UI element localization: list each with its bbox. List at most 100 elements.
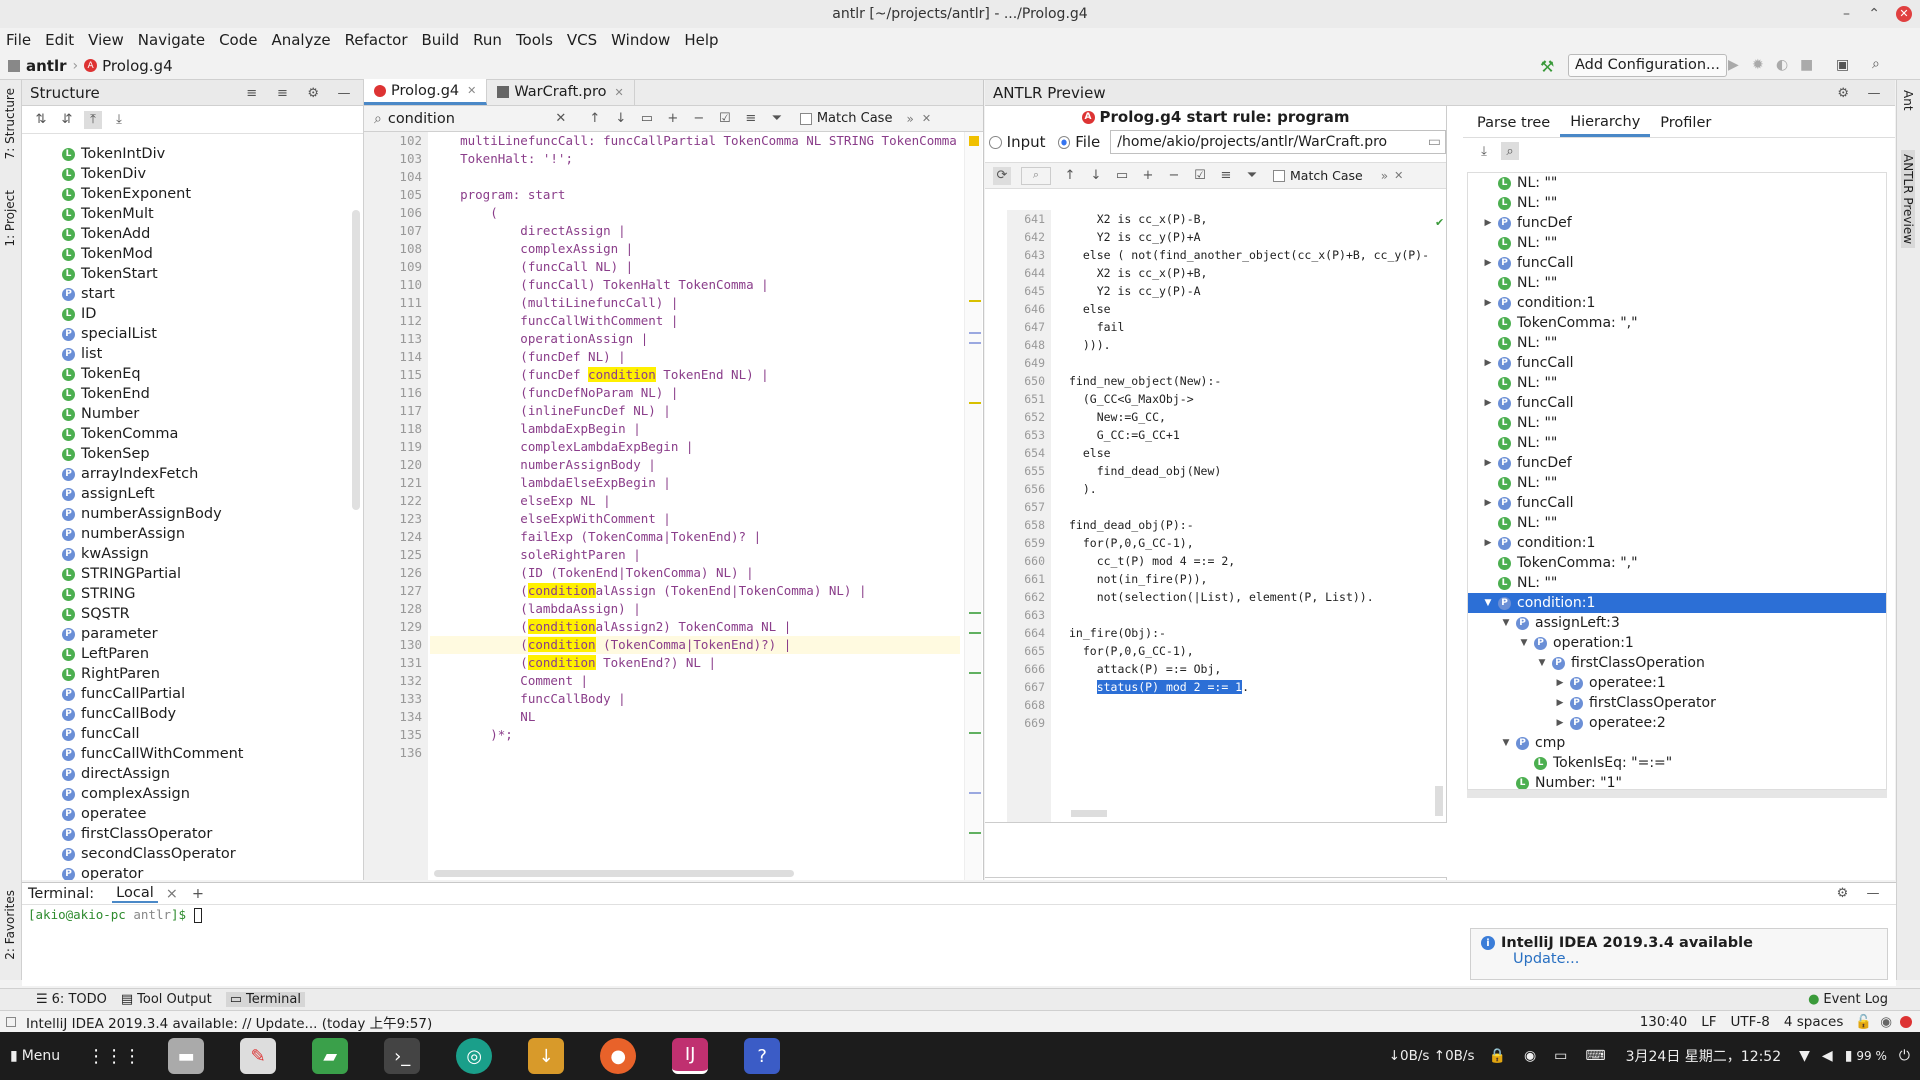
- structure-item[interactable]: Plist: [62, 344, 352, 364]
- close-tab-icon[interactable]: ✕: [467, 84, 476, 97]
- structure-item[interactable]: L TokenMult: [62, 204, 352, 224]
- input-line[interactable]: in_fire(Obj):-: [1069, 624, 1429, 642]
- code-line[interactable]: soleRightParen |: [430, 546, 960, 564]
- tree-node[interactable]: ▼ PassignLeft:3: [1468, 613, 1886, 633]
- code-line[interactable]: complexLambdaExpBegin |: [430, 438, 960, 456]
- gear-icon[interactable]: ⚙: [304, 84, 322, 102]
- next-occurrence-icon[interactable]: ↓: [612, 110, 630, 128]
- download-app-icon[interactable]: ↓: [528, 1038, 565, 1074]
- code-line[interactable]: failExp (TokenComma|TokenEnd)? |: [430, 528, 960, 546]
- code-line[interactable]: [430, 744, 960, 762]
- new-terminal-icon[interactable]: +: [192, 886, 204, 902]
- todo-tool-tab[interactable]: ☰ 6: TODO: [36, 992, 107, 1007]
- code-line[interactable]: )*;: [430, 726, 960, 744]
- more-options-icon[interactable]: »: [906, 112, 913, 126]
- tree-node[interactable]: ▶ Pcondition:1: [1468, 533, 1886, 553]
- close-tab-icon[interactable]: ✕: [614, 86, 623, 99]
- input-line[interactable]: New:=G_CC,: [1069, 408, 1429, 426]
- input-line[interactable]: find_dead_obj(New): [1069, 462, 1429, 480]
- firefox-icon[interactable]: ●: [600, 1038, 637, 1074]
- code-line[interactable]: (conditionalAssign (TokenEnd|TokenComma)…: [430, 582, 960, 600]
- expand-all-icon[interactable]: ≡: [243, 84, 261, 102]
- search-icon[interactable]: ⌕: [1501, 142, 1519, 160]
- file-path-field[interactable]: /home/akio/projects/antlr/WarCraft.pro ▭: [1110, 130, 1447, 154]
- structure-item[interactable]: Pparameter: [62, 624, 352, 644]
- browse-folder-icon[interactable]: ▭: [1428, 131, 1441, 153]
- toggle-icon[interactable]: ☑: [1191, 167, 1209, 185]
- status-toggle-icon[interactable]: [6, 1016, 16, 1027]
- tab-parse-tree[interactable]: Parse tree: [1467, 115, 1560, 137]
- tree-node[interactable]: L NL: "": [1468, 433, 1886, 453]
- editor-horizontal-scrollbar[interactable]: [434, 870, 794, 877]
- structure-item[interactable]: PfuncCallWithComment: [62, 744, 352, 764]
- input-line[interactable]: for(P,0,G_CC-1),: [1069, 642, 1429, 660]
- file-encoding[interactable]: UTF-8: [1731, 1014, 1770, 1030]
- tree-node[interactable]: ▼ PfirstClassOperation: [1468, 653, 1886, 673]
- input-radio[interactable]: [989, 135, 1002, 149]
- menu-analyze[interactable]: Analyze: [271, 31, 330, 49]
- structure-item[interactable]: PsecondClassOperator: [62, 844, 352, 864]
- input-line[interactable]: ))).: [1069, 336, 1429, 354]
- structure-item[interactable]: L TokenComma: [62, 424, 352, 444]
- menu-view[interactable]: View: [88, 31, 124, 49]
- match-case-checkbox[interactable]: [799, 112, 812, 125]
- sort-alpha-icon[interactable]: ⇅: [32, 111, 50, 129]
- previous-occurrence-icon[interactable]: ↑: [1061, 167, 1079, 185]
- wifi-icon[interactable]: ▼: [1799, 1048, 1810, 1064]
- input-line[interactable]: else ( not(find_another_object(cc_x(P)+B…: [1069, 246, 1429, 264]
- tree-node[interactable]: ▶ PfirstClassOperator: [1468, 693, 1886, 713]
- tree-horizontal-scrollbar[interactable]: [1467, 790, 1887, 798]
- filter-lines-icon[interactable]: ≡: [1217, 167, 1235, 185]
- run-icon[interactable]: ▶: [1728, 57, 1739, 73]
- file-manager-icon[interactable]: ▬: [168, 1038, 205, 1074]
- structure-item[interactable]: L RightParen: [62, 664, 352, 684]
- tree-node[interactable]: ▼ Poperation:1: [1468, 633, 1886, 653]
- code-line[interactable]: multiLinefuncCall: funcCallPartial Token…: [430, 132, 960, 150]
- filter-lines-icon[interactable]: ≡: [742, 110, 760, 128]
- tree-node[interactable]: L NL: "": [1468, 413, 1886, 433]
- collapse-arrow-icon[interactable]: ▼: [1536, 658, 1548, 668]
- code-line[interactable]: (condition TokenEnd?) NL |: [430, 654, 960, 672]
- input-line[interactable]: not(in_fire(P)),: [1069, 570, 1429, 588]
- structure-item[interactable]: L TokenMod: [62, 244, 352, 264]
- tree-node[interactable]: ▼ Pcmp: [1468, 733, 1886, 753]
- input-line[interactable]: X2 is cc_x(P)+B,: [1069, 264, 1429, 282]
- structure-item[interactable]: PfuncCallBody: [62, 704, 352, 724]
- tree-node[interactable]: ▶ PfuncCall: [1468, 253, 1886, 273]
- hide-panel-icon[interactable]: —: [335, 84, 353, 102]
- tree-node[interactable]: ▶ PfuncCall: [1468, 493, 1886, 513]
- previous-occurrence-icon[interactable]: ↑: [586, 110, 604, 128]
- match-case-checkbox[interactable]: [1273, 169, 1285, 182]
- input-code-area[interactable]: X2 is cc_x(P)-B, Y2 is cc_y(P)+A else ( …: [1069, 210, 1429, 822]
- tree-node[interactable]: L Number: "1": [1468, 773, 1886, 789]
- code-line[interactable]: funcCallWithComment |: [430, 312, 960, 330]
- gear-icon[interactable]: ⚙: [1834, 84, 1852, 102]
- debug-icon[interactable]: ✹: [1752, 57, 1764, 73]
- structure-item[interactable]: PfuncCallPartial: [62, 684, 352, 704]
- input-line[interactable]: [1069, 354, 1429, 372]
- close-search-icon[interactable]: ✕: [1394, 169, 1403, 182]
- input-vertical-scrollbar[interactable]: [1435, 786, 1443, 816]
- coverage-icon[interactable]: ◐: [1776, 57, 1788, 73]
- code-line[interactable]: (conditionalAssign2) TokenComma NL |: [430, 618, 960, 636]
- expand-arrow-icon[interactable]: ▶: [1482, 538, 1494, 548]
- update-notification[interactable]: i IntelliJ IDEA 2019.3.4 available Updat…: [1470, 928, 1888, 980]
- input-line[interactable]: not(selection(|List), element(P, List)).: [1069, 588, 1429, 606]
- toggle-icon[interactable]: ☑: [716, 110, 734, 128]
- tree-node[interactable]: L TokenComma: ",": [1468, 553, 1886, 573]
- collapse-arrow-icon[interactable]: ▼: [1482, 598, 1494, 608]
- power-icon[interactable]: ⏻: [1899, 1048, 1910, 1064]
- refresh-icon[interactable]: ⟳: [993, 166, 1011, 185]
- code-line[interactable]: (funcDefNoParam NL) |: [430, 384, 960, 402]
- terminal-tab-local[interactable]: Local: [112, 885, 158, 903]
- tree-node[interactable]: ▶ PfuncCall: [1468, 353, 1886, 373]
- terminal-tool-tab[interactable]: ▭ Terminal: [225, 992, 305, 1007]
- help-icon[interactable]: ?: [744, 1038, 781, 1074]
- display-icon[interactable]: ▭: [1554, 1048, 1567, 1064]
- input-line[interactable]: [1069, 714, 1429, 732]
- expand-arrow-icon[interactable]: ▶: [1482, 358, 1494, 368]
- tree-node[interactable]: L NL: "": [1468, 233, 1886, 253]
- structure-item[interactable]: L STRING: [62, 584, 352, 604]
- tree-node[interactable]: L NL: "": [1468, 573, 1886, 593]
- structure-item[interactable]: PdirectAssign: [62, 764, 352, 784]
